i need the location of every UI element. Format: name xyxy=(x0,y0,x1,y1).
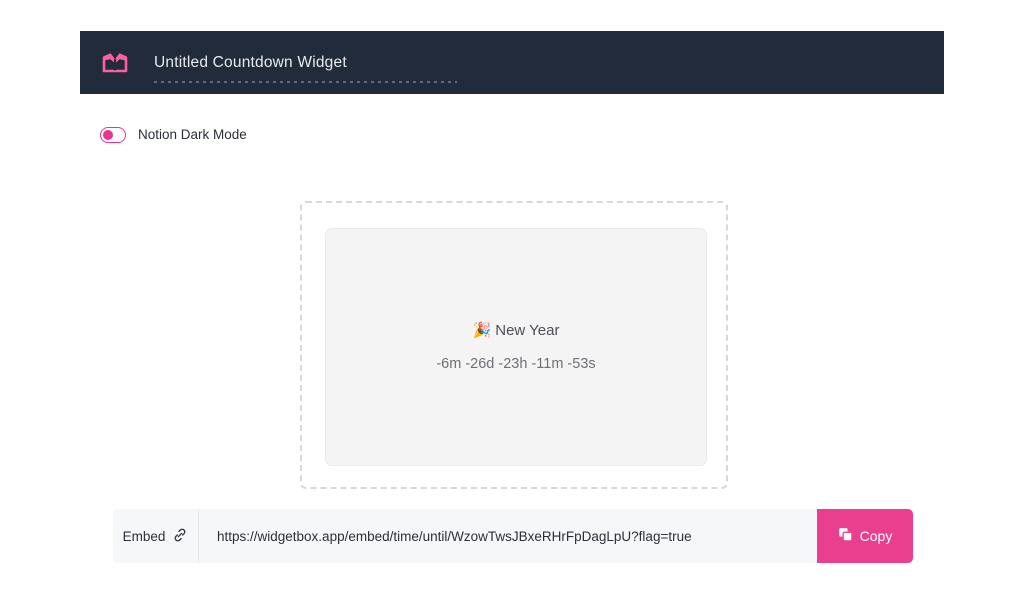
app-page: Untitled Countdown Widget Notion Dark Mo… xyxy=(0,0,1024,614)
party-popper-icon: 🎉 xyxy=(472,321,492,339)
notion-dark-mode-toggle[interactable] xyxy=(100,127,126,143)
chain-link-icon xyxy=(172,527,188,546)
toggle-knob xyxy=(102,129,113,140)
title-dotted-underline xyxy=(154,80,457,83)
copy-button-label: Copy xyxy=(859,528,893,544)
widget-preview-dropzone: 🎉 New Year -6m -26d -23h -11m -53s xyxy=(300,201,728,489)
embed-url-bar: Embed https://widgetbox.app/embed/time/u… xyxy=(113,509,913,563)
dark-mode-toggle-label: Notion Dark Mode xyxy=(138,127,247,142)
widget-preview-card[interactable]: 🎉 New Year -6m -26d -23h -11m -53s xyxy=(325,228,707,466)
embed-url-text: https://widgetbox.app/embed/time/until/W… xyxy=(217,528,692,544)
countdown-remaining-time: -6m -26d -23h -11m -53s xyxy=(436,355,596,372)
embed-label-group: Embed xyxy=(113,509,199,563)
embed-label-text: Embed xyxy=(122,528,166,544)
page-title: Untitled Countdown Widget xyxy=(154,53,347,71)
countdown-title-row: 🎉 New Year xyxy=(473,321,560,341)
countdown-event-name: New Year xyxy=(495,321,560,339)
copy-icon xyxy=(838,527,853,545)
widget-title-field[interactable]: Untitled Countdown Widget xyxy=(154,53,457,83)
app-header: Untitled Countdown Widget xyxy=(80,31,944,94)
dark-mode-setting-row[interactable]: Notion Dark Mode xyxy=(100,127,247,143)
embed-url-input[interactable]: https://widgetbox.app/embed/time/until/W… xyxy=(199,509,817,563)
copy-button[interactable]: Copy xyxy=(817,509,913,563)
open-box-logo-icon xyxy=(100,50,130,76)
